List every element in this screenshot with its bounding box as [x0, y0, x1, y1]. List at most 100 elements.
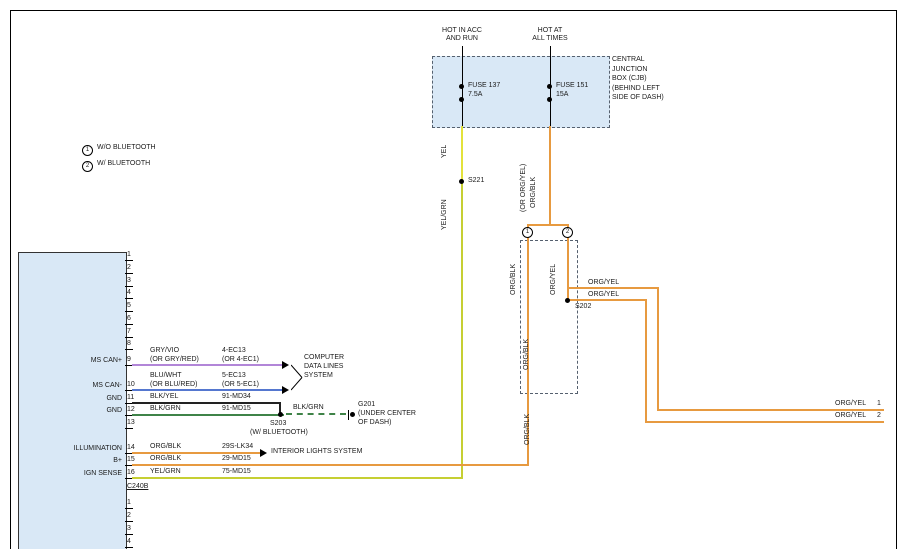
pin-number-15: 15: [127, 456, 135, 464]
wire-orgyel-out1-h: [568, 287, 659, 289]
pin-tick: [125, 273, 133, 274]
wire-label-pin16: YEL/GRN: [150, 468, 181, 476]
pin-function-gnd-1: GND: [52, 395, 122, 403]
splice-s221-dot: [459, 179, 464, 184]
legend-item-2: 2 W/ BLUETOOTH: [82, 160, 150, 172]
circuit-label-pin9-alt: (OR 4-EC1): [222, 356, 259, 364]
cjb-label-line: SIDE OF DASH): [612, 93, 664, 103]
pin-number-14: 14: [127, 444, 135, 452]
fuse-137-rating: 7.5A: [468, 91, 482, 99]
cjb-box: [432, 56, 610, 128]
power-acc-line2: AND RUN: [427, 35, 497, 43]
splice-s202-dot: [565, 298, 570, 303]
ground-g201-note: (UNDER CENTER: [358, 410, 416, 418]
cjb-label-line: CENTRAL: [612, 55, 664, 65]
pin-number-11: 11: [127, 394, 134, 402]
pin-number-8: 8: [127, 340, 131, 348]
ground-g201-icon: [348, 410, 349, 420]
brace-icon: [291, 359, 305, 393]
wire-label-pin9-alt: (OR GRY/RED): [150, 356, 199, 364]
wire-orgyel-box-vertical: [567, 240, 569, 302]
computer-data-lines-label: DATA LINES: [304, 363, 343, 371]
pin-tick: [125, 260, 133, 261]
wire-pin15-orgblk: [132, 464, 529, 466]
output-wire-label-near-2: ORG/YEL: [588, 291, 619, 299]
circle-2-icon: 2: [82, 161, 93, 172]
wire-pin10-bluwht: [132, 389, 282, 391]
fuse-137-label: FUSE 137: [468, 82, 500, 90]
wire-yelgrn-vertical: [461, 182, 463, 479]
wire-blkgrn-dashed: [286, 413, 346, 415]
output-wire-label-far-2: ORG/YEL: [835, 412, 866, 420]
wire-pin11-blkyel: [132, 402, 280, 404]
wire-label-pin12-dashed: BLK/GRN: [293, 404, 324, 412]
splice-s203-label: S203: [270, 420, 286, 428]
pin-number-9: 9: [127, 356, 131, 364]
computer-data-lines-label: COMPUTER: [304, 354, 344, 362]
wire-orgyel-out2-h: [568, 299, 647, 301]
wire-label-pin14: ORG/BLK: [150, 443, 181, 451]
wire-pin12-blkgrn: [132, 414, 284, 416]
pin-number-4: 4: [127, 289, 131, 297]
fuse-137-terminal-dot: [459, 97, 464, 102]
output-pin-1: 1: [877, 400, 881, 408]
pin-number-1: 1: [127, 251, 131, 259]
pin-number-5: 5: [127, 302, 131, 310]
power-acc-line1: HOT IN ACC: [427, 27, 497, 35]
pin-number-16: 16: [127, 469, 135, 477]
pin-function-ign-sense: IGN SENSE: [52, 470, 122, 478]
wire-branch-horizontal: [527, 224, 569, 226]
connector-circle-2: 2: [562, 227, 573, 238]
pin-function-ms-can-minus: MS CAN-: [52, 382, 122, 390]
wire-orgyel-out2-v: [645, 299, 647, 423]
fuse-151-label: FUSE 151: [556, 82, 588, 90]
pin-function-ms-can-plus: MS CAN+: [52, 357, 122, 365]
pin-number-10: 10: [127, 381, 135, 389]
power-batt-line1: HOT AT: [515, 27, 585, 35]
pin-tick: [125, 337, 133, 338]
circle-1-icon: 1: [82, 145, 93, 156]
pin2-number-4: 4: [127, 538, 131, 546]
ground-g201-note: OF DASH): [358, 419, 391, 427]
pin-tick: [125, 298, 133, 299]
cjb-label: CENTRAL JUNCTION BOX (CJB) (BEHIND LEFT …: [612, 55, 664, 103]
legend-text-2: W/ BLUETOOTH: [97, 160, 150, 167]
circuit-label-pin14: 29S-LK34: [222, 443, 253, 451]
pin-tick: [125, 286, 133, 287]
pin-number-7: 7: [127, 328, 131, 336]
pin-number-3: 3: [127, 277, 131, 285]
circuit-label-pin15: 29-MD15: [222, 455, 251, 463]
cjb-label-line: JUNCTION: [612, 65, 664, 75]
wire-pin14-orgblk: [132, 452, 260, 454]
pin-tick: [125, 311, 133, 312]
wire-orgblk-feed: [549, 126, 551, 226]
pin-function-bplus: B+: [52, 457, 122, 465]
wiring-diagram: 1W/O BLUETOOTH 2W/ BLUETOOTH HOT IN ACC …: [0, 0, 908, 549]
splice-s202-label: S202: [575, 303, 591, 311]
pin-tick: [125, 547, 133, 548]
pin-number-13: 13: [127, 419, 135, 427]
computer-data-lines-label: SYSTEM: [304, 372, 333, 380]
wire-label-orgyel-box: ORG/YEL: [550, 264, 558, 295]
pin-tick: [125, 508, 133, 509]
wire-pin9-gryvio: [132, 364, 282, 366]
legend-text-1: W/O BLUETOOTH: [97, 144, 156, 151]
ground-g201-dot: [350, 412, 355, 417]
power-label-batt: HOT AT ALL TIMES: [515, 27, 585, 43]
wire-label-orgblk-feed: ORG/BLK: [530, 177, 538, 208]
wire-label-orgblk-box: ORG/BLK: [510, 264, 518, 295]
fuse-151-terminal-dot: [547, 97, 552, 102]
fuse-151-terminal-dot: [547, 84, 552, 89]
splice-s203-note: (W/ BLUETOOTH): [250, 429, 308, 437]
arrow-right-icon: [260, 449, 267, 457]
pin2-number-3: 3: [127, 525, 131, 533]
connector-c240b-label: C240B: [127, 483, 148, 491]
wire-label-pin10-alt: (OR BLU/RED): [150, 381, 197, 389]
wire-label-pin15: ORG/BLK: [150, 455, 181, 463]
pin-tick: [125, 349, 133, 350]
wire-label-orgblk-box-lower: ORG/BLK: [523, 339, 531, 370]
circuit-label-pin10: 5-EC13: [222, 372, 246, 380]
splice-s221-label: S221: [468, 177, 484, 185]
wire-pin16-yelgrn: [132, 477, 463, 479]
wire-orgyel-out2-h2: [645, 421, 884, 423]
